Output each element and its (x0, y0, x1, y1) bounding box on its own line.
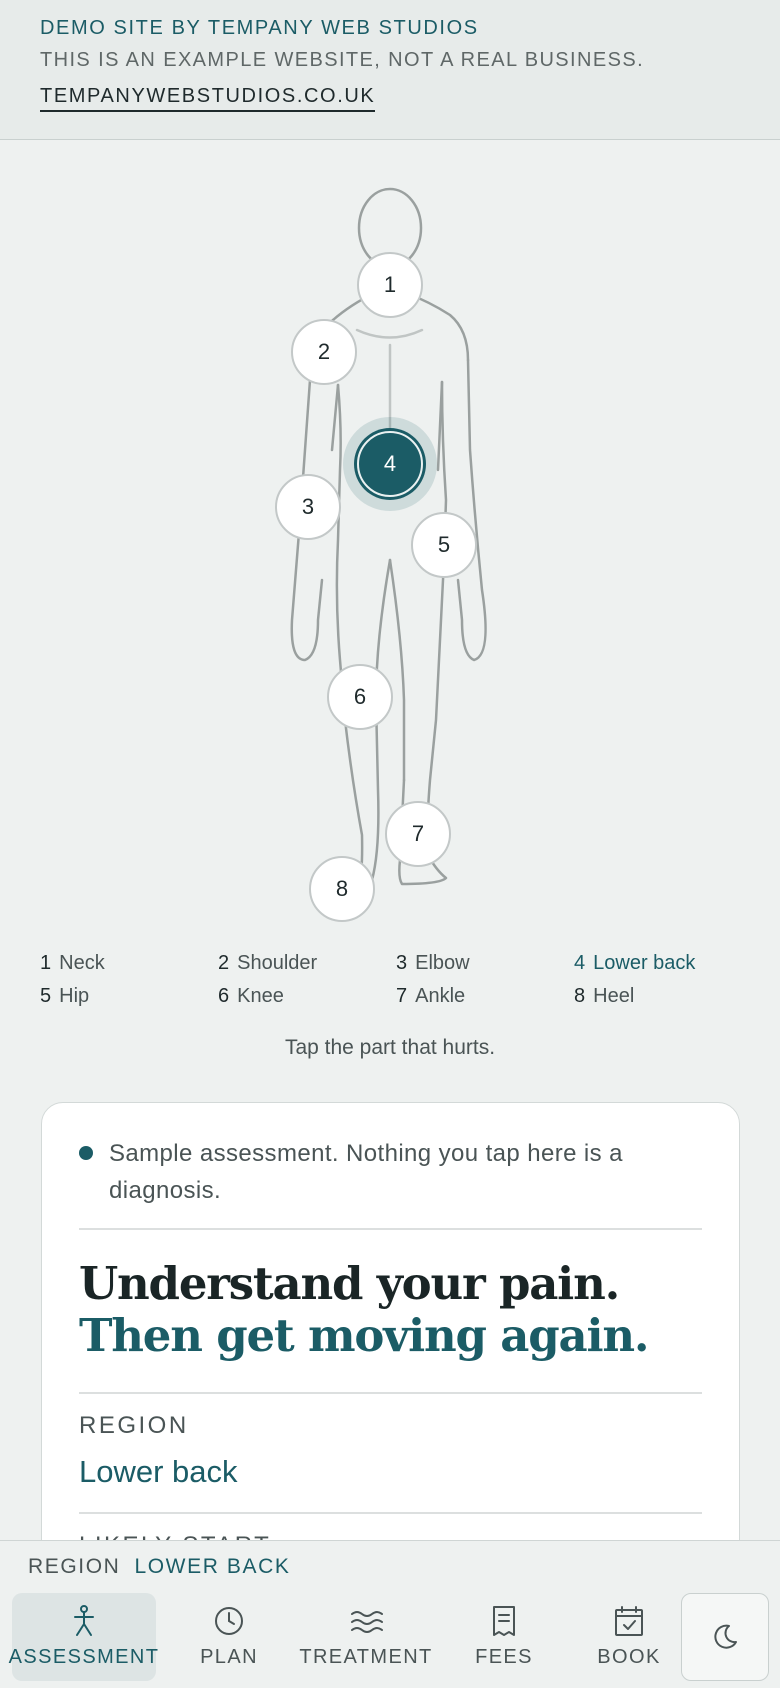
tap-hint: Tap the part that hurts. (284, 1036, 496, 1059)
waves-icon (351, 1611, 383, 1633)
legend-label: Heel (593, 985, 635, 1007)
legend-label: Elbow (415, 952, 470, 974)
legend-label: Ankle (415, 985, 466, 1007)
body-pin-knee[interactable]: 6 (327, 664, 393, 730)
legend-item-hip[interactable]: 5 Hip (40, 985, 218, 1008)
legend-number: 7 (396, 985, 408, 1007)
legend-item-knee[interactable]: 6 Knee (218, 985, 396, 1008)
body-pin-ankle[interactable]: 7 (385, 801, 451, 867)
legend-number: 1 (40, 952, 52, 974)
legend-number: 4 (574, 952, 586, 974)
legend-item-shoulder[interactable]: 2 Shoulder (218, 952, 396, 975)
summary-value: LOWER BACK (134, 1555, 291, 1578)
region-summary: REGION LOWER BACK (28, 1555, 290, 1579)
legend-number: 3 (396, 952, 408, 974)
notice-dot-icon (79, 1146, 93, 1160)
divider (79, 1392, 702, 1394)
headline: Understand your pain. Then get moving ag… (79, 1258, 702, 1392)
legend-item-ankle[interactable]: 7 Ankle (396, 985, 574, 1008)
body-pin-hip[interactable]: 5 (411, 512, 477, 578)
notice-text: Sample assessment. Nothing you tap here … (109, 1140, 623, 1204)
tab-fees[interactable]: FEES (440, 1593, 568, 1681)
summary-label: REGION (28, 1555, 121, 1578)
clock-icon (215, 1607, 243, 1635)
banner-title: DEMO SITE BY TEMPANY WEB STUDIOS (40, 17, 479, 39)
divider (79, 1228, 702, 1230)
legend-item-neck[interactable]: 1 Neck (40, 952, 218, 975)
tab-label: BOOK (597, 1646, 661, 1668)
banner-subtitle: THIS IS AN EXAMPLE WEBSITE, NOT A REAL B… (40, 49, 645, 71)
receipt-icon (493, 1606, 515, 1636)
person-icon (74, 1605, 94, 1636)
body-map: 1 2 3 4 5 6 7 8 (0, 140, 780, 930)
moon-icon (714, 1624, 737, 1649)
legend-label: Hip (59, 985, 90, 1007)
sample-notice: Sample assessment. Nothing you tap here … (79, 1135, 702, 1228)
legend-label: Neck (59, 952, 105, 974)
region-label: REGION (79, 1412, 189, 1439)
body-part-legend: 1 Neck 2 Shoulder 3 Elbow 4 Lower back 5 Hip … (40, 952, 750, 1008)
headline-line-2: Then get moving again. (79, 1309, 650, 1362)
tab-plan[interactable]: PLAN (157, 1593, 301, 1681)
tab-label: TREATMENT (299, 1646, 433, 1668)
tab-treatment[interactable]: TREATMENT (299, 1593, 433, 1681)
divider (79, 1512, 702, 1514)
legend-number: 2 (218, 952, 230, 974)
legend-number: 6 (218, 985, 230, 1007)
legend-number: 8 (574, 985, 586, 1007)
demo-banner: DEMO SITE BY TEMPANY WEB STUDIOS THIS IS… (0, 0, 780, 140)
body-pin-neck[interactable]: 1 (357, 252, 423, 318)
legend-number: 5 (40, 985, 52, 1007)
theme-toggle-button[interactable] (681, 1593, 769, 1681)
tab-label: ASSESSMENT (8, 1646, 160, 1668)
body-pin-shoulder[interactable]: 2 (291, 319, 357, 385)
region-value: Lower back (79, 1454, 238, 1489)
studio-link[interactable]: TEMPANYWEBSTUDIOS.CO.UK (40, 85, 376, 112)
legend-label: Lower back (593, 952, 696, 974)
tab-assessment[interactable]: ASSESSMENT (9, 1593, 158, 1681)
body-pin-elbow[interactable]: 3 (275, 474, 341, 540)
body-pin-lower-back[interactable]: 4 (357, 431, 423, 497)
headline-line-1: Understand your pain. (79, 1257, 620, 1310)
body-pin-heel[interactable]: 8 (309, 856, 375, 922)
bottom-nav: REGION LOWER BACK ASSESSMENT PLAN TREATME… (0, 1540, 780, 1688)
legend-label: Shoulder (237, 952, 318, 974)
legend-item-heel[interactable]: 8 Heel (574, 985, 750, 1008)
legend-item-elbow[interactable]: 3 Elbow (396, 952, 574, 975)
legend-label: Knee (237, 985, 284, 1007)
tab-label: PLAN (200, 1646, 258, 1668)
calendar-check-icon (615, 1606, 643, 1636)
tab-book[interactable]: BOOK (566, 1593, 692, 1681)
legend-item-lower-back[interactable]: 4 Lower back (574, 952, 750, 975)
tab-label: FEES (475, 1646, 533, 1668)
